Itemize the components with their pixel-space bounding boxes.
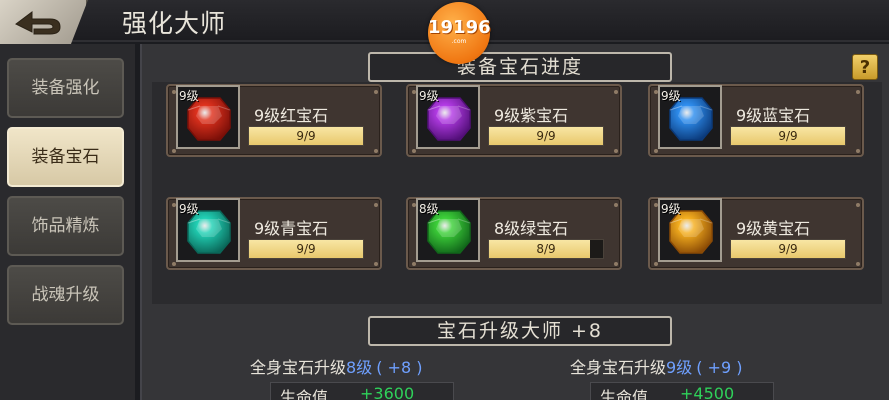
rivet (172, 262, 176, 266)
logo-text: 19196 (428, 17, 491, 38)
logo-subtext: .com (451, 38, 467, 45)
sidebar-item-accessory-refine[interactable]: 饰品精炼 (7, 196, 124, 256)
gem-card: 9级 9级黄宝石 9/9 (648, 197, 864, 270)
gem-card: 9级 9级青宝石 9/9 (166, 197, 382, 270)
next-stat-value: +4500 (680, 384, 735, 400)
gem-slot[interactable]: 9级 (658, 198, 722, 262)
gem-level-tag: 9级 (419, 89, 439, 103)
next-bonus: 全身宝石升级9级( +9 ) (570, 354, 742, 378)
gem-slot[interactable]: 9级 (176, 198, 240, 262)
gem-progress-bar: 9/9 (730, 239, 846, 259)
gem-slot[interactable]: 8级 (416, 198, 480, 262)
gem-card: 9级 9级红宝石 9/9 (166, 84, 382, 157)
gem-progress-text: 9/9 (778, 129, 798, 143)
gem-slot[interactable]: 9级 (416, 85, 480, 149)
gem-progress-bar: 9/9 (730, 126, 846, 146)
next-bonus-value: ( +9 ) (696, 358, 743, 377)
rivet (374, 262, 378, 266)
gem-progress-text: 9/9 (536, 129, 556, 143)
current-stat-value: +3600 (360, 384, 415, 400)
rivet (614, 262, 618, 266)
main-panel: 装备宝石进度 ? 9级 9级红宝石 9/9 9级 9级紫宝石 9/9 9级 9级蓝宝石 9/9 9… (140, 44, 889, 400)
gem-level-tag: 9级 (661, 202, 681, 216)
current-bonus-level: 8级 (346, 358, 373, 377)
sidebar-item-equipment-enhance[interactable]: 装备强化 (7, 58, 124, 118)
rivet (856, 90, 860, 94)
master-title: 宝石升级大师 +8 (368, 316, 672, 346)
progress-title: 装备宝石进度 (368, 52, 672, 82)
current-bonus-value: ( +8 ) (376, 358, 423, 377)
next-stat-label: 生命值 (600, 388, 649, 400)
rivet (374, 149, 378, 153)
rivet (614, 90, 618, 94)
current-bonus: 全身宝石升级8级( +8 ) (250, 354, 422, 378)
rivet (614, 203, 618, 207)
sidebar-item-soul-upgrade[interactable]: 战魂升级 (7, 265, 124, 325)
gem-name: 9级黄宝石 (736, 219, 811, 238)
rivet (412, 262, 416, 266)
rivet (856, 149, 860, 153)
gem-progress-text: 9/9 (778, 242, 798, 256)
gem-slot[interactable]: 9级 (658, 85, 722, 149)
back-arrow-icon (15, 11, 61, 35)
gem-progress-text: 9/9 (296, 129, 316, 143)
gem-slot[interactable]: 9级 (176, 85, 240, 149)
help-button[interactable]: ? (852, 54, 878, 80)
gem-progress-bar: 9/9 (488, 126, 604, 146)
rivet (856, 203, 860, 207)
gem-card: 8级 8级绿宝石 8/9 (406, 197, 622, 270)
gem-name: 9级紫宝石 (494, 106, 569, 125)
rivet (412, 149, 416, 153)
gem-level-tag: 9级 (661, 89, 681, 103)
gem-card: 9级 9级紫宝石 9/9 (406, 84, 622, 157)
rivet (374, 90, 378, 94)
current-stat-label: 生命值 (280, 388, 329, 400)
gem-progress-bar: 8/9 (488, 239, 604, 259)
gem-level-tag: 9级 (179, 202, 199, 216)
rivet (614, 149, 618, 153)
gem-progress-bar: 9/9 (248, 239, 364, 259)
current-bonus-prefix: 全身宝石升级 (250, 358, 347, 377)
gem-level-tag: 8级 (419, 202, 439, 216)
next-bonus-level: 9级 (666, 358, 693, 377)
gem-name: 8级绿宝石 (494, 219, 569, 238)
gem-progress-bar: 9/9 (248, 126, 364, 146)
rivet (374, 203, 378, 207)
gem-progress-text: 8/9 (536, 242, 556, 256)
rivet (172, 149, 176, 153)
gem-progress-text: 9/9 (296, 242, 316, 256)
rivet (654, 262, 658, 266)
next-bonus-prefix: 全身宝石升级 (570, 358, 667, 377)
gem-name: 9级青宝石 (254, 219, 329, 238)
page-title: 强化大师 (122, 9, 227, 38)
back-button[interactable] (0, 0, 88, 50)
rivet (654, 149, 658, 153)
gem-level-tag: 9级 (179, 89, 199, 103)
sidebar: 装备强化 装备宝石 饰品精炼 战魂升级 (0, 44, 135, 400)
site-logo: 19196 .com (428, 2, 491, 64)
gem-card: 9级 9级蓝宝石 9/9 (648, 84, 864, 157)
gem-name: 9级红宝石 (254, 106, 329, 125)
rivet (856, 262, 860, 266)
sidebar-item-equipment-gems[interactable]: 装备宝石 (7, 127, 124, 187)
gem-name: 9级蓝宝石 (736, 106, 811, 125)
